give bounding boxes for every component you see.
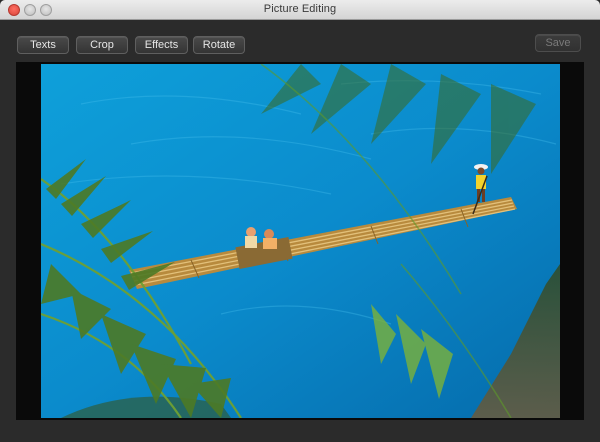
rotate-button[interactable]: Rotate: [193, 36, 245, 54]
picture-editing-window: Picture Editing Texts Crop Effects Rotat…: [0, 0, 600, 442]
toolbar: Texts Crop Effects Rotate Save: [0, 20, 600, 62]
edited-photo: [41, 64, 560, 418]
save-button[interactable]: Save: [535, 34, 581, 52]
window-title: Picture Editing: [263, 3, 337, 15]
effects-button[interactable]: Effects: [135, 36, 188, 54]
texts-button[interactable]: Texts: [17, 36, 69, 54]
title-bar: Picture Editing: [0, 0, 600, 20]
crop-button[interactable]: Crop: [76, 36, 128, 54]
photo-illustration: [41, 64, 560, 418]
image-canvas: [16, 62, 584, 420]
